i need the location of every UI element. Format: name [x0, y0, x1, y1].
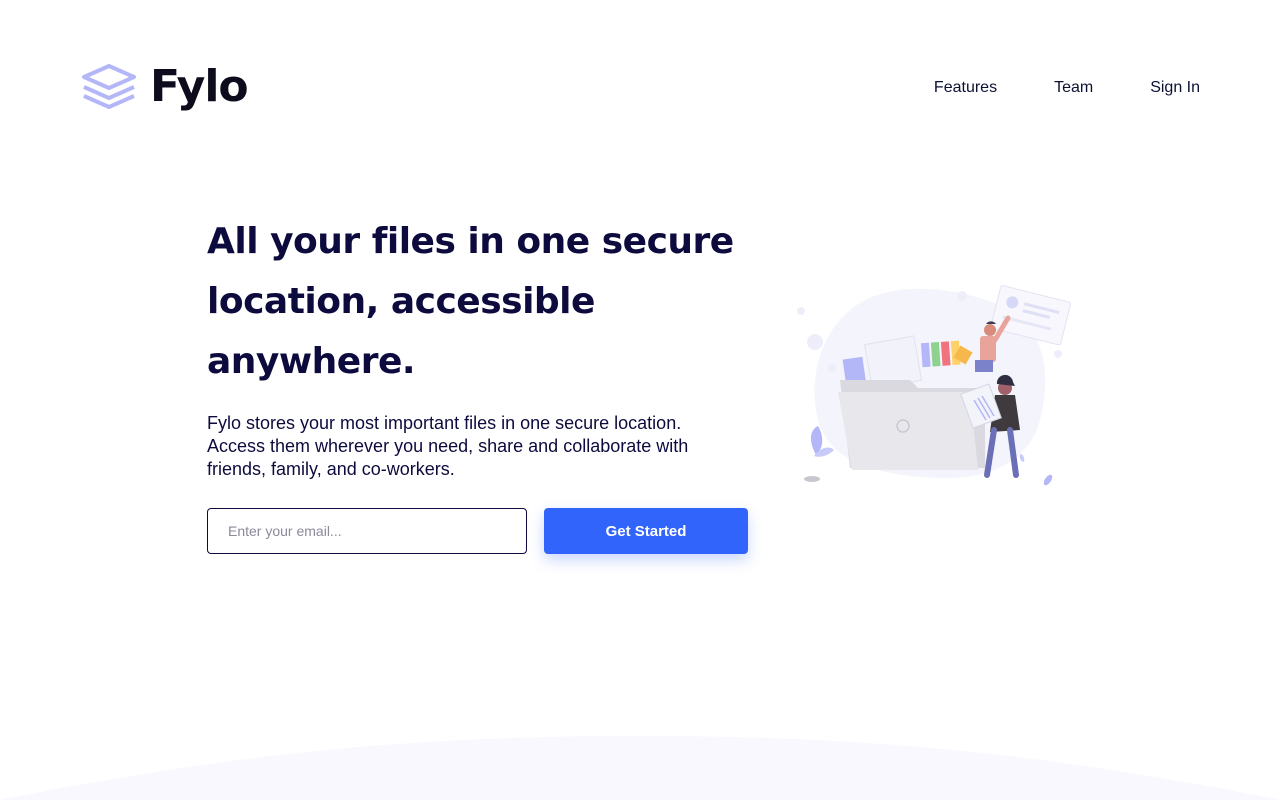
logo[interactable]: Fylo: [80, 61, 249, 112]
get-started-button[interactable]: Get Started: [544, 508, 748, 554]
logo-text: Fylo: [150, 61, 249, 112]
landing-page: Fylo Features Team Sign In All your file…: [0, 0, 1280, 800]
hero-title: All your files in one secure location, a…: [207, 221, 734, 382]
hero-description: Fylo stores your most important files in…: [207, 413, 689, 479]
nav-link-team[interactable]: Team: [1054, 78, 1093, 98]
background-curve: [0, 736, 1280, 800]
stacked-layers-icon: [82, 64, 136, 109]
people-with-files-folder-illustration: [797, 285, 1072, 486]
signup-form: Get Started: [207, 508, 748, 554]
email-input[interactable]: [207, 508, 527, 554]
nav-link-sign-in[interactable]: Sign In: [1150, 78, 1200, 98]
main-nav: Features Team Sign In: [934, 78, 1200, 98]
nav-link-features[interactable]: Features: [934, 78, 997, 98]
